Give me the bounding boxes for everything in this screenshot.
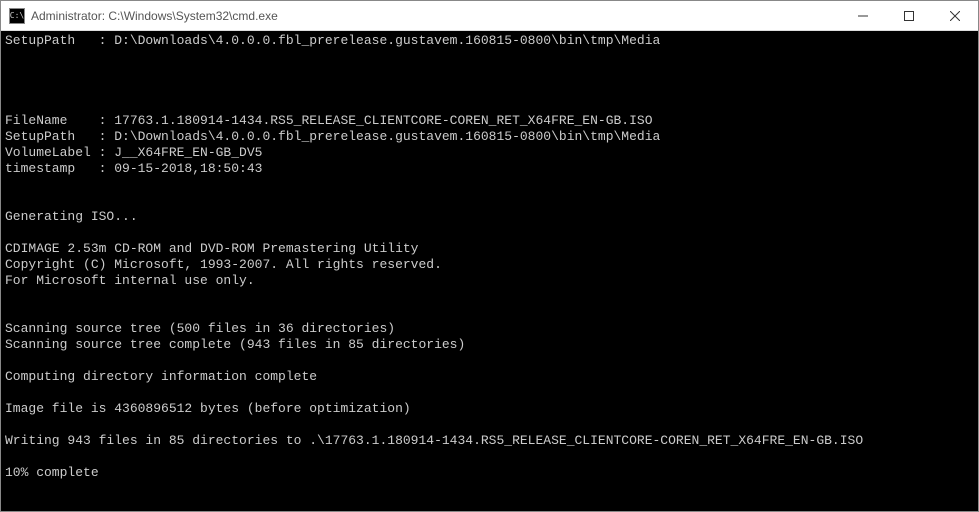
minimize-icon	[858, 11, 868, 21]
close-icon	[950, 11, 960, 21]
maximize-button[interactable]	[886, 1, 932, 30]
close-button[interactable]	[932, 1, 978, 30]
minimize-button[interactable]	[840, 1, 886, 30]
window-controls	[840, 1, 978, 30]
window-title: Administrator: C:\Windows\System32\cmd.e…	[31, 9, 840, 23]
maximize-icon	[904, 11, 914, 21]
titlebar: C:\ Administrator: C:\Windows\System32\c…	[1, 1, 978, 31]
cmd-icon: C:\	[9, 8, 25, 24]
terminal-output[interactable]: SetupPath : D:\Downloads\4.0.0.0.fbl_pre…	[1, 31, 978, 511]
